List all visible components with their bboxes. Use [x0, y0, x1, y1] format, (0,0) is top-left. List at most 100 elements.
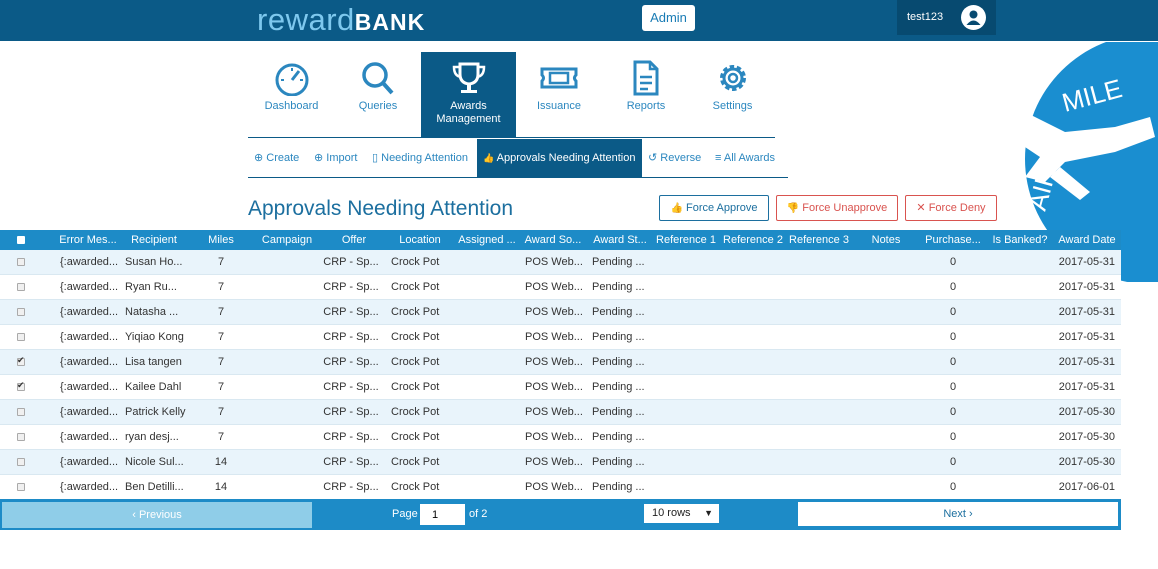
mobile-icon: ▯ [372, 152, 379, 164]
column-header[interactable]: Is Banked? [987, 230, 1053, 250]
table-row[interactable]: {:awarded... Kailee Dahl 7 CRP - Sp... Crock… [0, 375, 1121, 400]
cell-recipient: Patrick Kelly [125, 406, 186, 418]
cell-miles: 7 [217, 331, 225, 343]
cell-purchase: 0 [949, 431, 957, 443]
table-row[interactable]: {:awarded... Yiqiao Kong 7 CRP - Sp... Crock… [0, 325, 1121, 350]
cell-status: Pending ... [592, 431, 645, 443]
column-header[interactable]: Assigned ... [454, 230, 520, 250]
cell-date: 2017-05-31 [1058, 281, 1115, 293]
reward-bank-logo[interactable]: rewardBANK [257, 2, 425, 38]
force-approve-button[interactable]: 👍 Force Approve [659, 195, 769, 221]
column-header[interactable]: Reference 2 [720, 230, 786, 250]
cell-date: 2017-05-30 [1058, 456, 1115, 468]
column-header[interactable]: Reference 1 [653, 230, 719, 250]
rows-per-page-select[interactable]: 10 rows ▼ [644, 504, 719, 523]
cell-source: POS Web... [525, 356, 583, 368]
admin-button[interactable]: Admin [642, 5, 695, 31]
table-row[interactable]: {:awarded... Ryan Ru... 7 CRP - Sp... Crock … [0, 275, 1121, 300]
cell-recipient: Yiqiao Kong [125, 331, 184, 343]
cell-miles: 7 [217, 256, 225, 268]
nav-awards-management[interactable]: Awards Management [421, 52, 516, 137]
cell-offer: CRP - Sp... [323, 456, 379, 468]
row-checkbox[interactable] [17, 380, 25, 391]
row-checkbox[interactable] [17, 308, 25, 316]
cell-miles: 14 [214, 481, 228, 493]
subnav-import[interactable]: ⊕ Import [314, 139, 357, 177]
cell-purchase: 0 [949, 256, 957, 268]
column-header[interactable]: Campaign [254, 230, 320, 250]
row-checkbox[interactable] [17, 333, 25, 341]
page-label: Page [392, 508, 418, 520]
nav-reports[interactable]: Reports [602, 52, 690, 137]
close-icon: ✕ [916, 202, 926, 214]
nav-issuance[interactable]: Issuance [516, 52, 602, 137]
cell-location: Crock Pot [391, 356, 440, 368]
force-unapprove-button[interactable]: 👎 Force Unapprove [776, 195, 898, 221]
cell-location: Crock Pot [391, 406, 440, 418]
username-label: test123 [907, 11, 944, 23]
cell-offer: CRP - Sp... [323, 256, 379, 268]
cell-source: POS Web... [525, 481, 583, 493]
table-row[interactable]: {:awarded... Lisa tangen 7 CRP - Sp... Crock… [0, 350, 1121, 375]
next-page-button[interactable]: Next › [798, 502, 1118, 526]
column-header[interactable]: Location [387, 230, 453, 250]
column-header[interactable]: Award So... [520, 230, 586, 250]
nav-queries[interactable]: Queries [335, 52, 421, 137]
row-checkbox[interactable] [17, 355, 25, 366]
subnav-approvals-needing-attention[interactable]: 👍 Approvals Needing Attention [477, 139, 642, 177]
subnav-all-awards[interactable]: ≡ All Awards [715, 139, 775, 177]
cell-miles: 7 [217, 281, 225, 293]
table-row[interactable]: {:awarded... ryan desj... 7 CRP - Sp... Croc… [0, 425, 1121, 450]
table-row[interactable]: {:awarded... Nicole Sul... 14 CRP - Sp... Cr… [0, 450, 1121, 475]
row-checkbox[interactable] [17, 258, 25, 266]
column-header[interactable]: Offer [321, 230, 387, 250]
column-header[interactable]: Reference 3 [786, 230, 852, 250]
column-header[interactable]: Recipient [121, 230, 187, 250]
nav-label: Queries [358, 100, 398, 112]
nav-label: Issuance [536, 100, 582, 112]
column-header[interactable]: Error Mes... [55, 230, 121, 250]
cell-status: Pending ... [592, 281, 645, 293]
table-row[interactable]: {:awarded... Natasha ... 7 CRP - Sp... Crock… [0, 300, 1121, 325]
thumbs-up-icon: 👍 [670, 203, 683, 214]
select-all-checkbox[interactable] [17, 236, 25, 244]
ticket-icon [540, 67, 578, 89]
cell-status: Pending ... [592, 481, 645, 493]
cell-error: {:awarded... [60, 381, 119, 393]
user-avatar-icon [961, 5, 986, 30]
nav-dashboard[interactable]: Dashboard [248, 52, 335, 137]
row-checkbox[interactable] [17, 458, 25, 466]
previous-page-button[interactable]: ‹ Previous [2, 502, 312, 528]
cell-miles: 7 [217, 406, 225, 418]
cell-miles: 7 [217, 356, 225, 368]
subnav-needing-attention[interactable]: ▯ Needing Attention [372, 139, 468, 177]
cell-recipient: Susan Ho... [125, 256, 183, 268]
table-row[interactable]: {:awarded... Ben Detilli... 14 CRP - Sp... C… [0, 475, 1121, 500]
cell-error: {:awarded... [60, 306, 119, 318]
nav-settings[interactable]: Settings [690, 52, 775, 137]
subnav-reverse[interactable]: ↺ Reverse [648, 139, 701, 177]
row-checkbox[interactable] [17, 408, 25, 416]
row-checkbox[interactable] [17, 483, 25, 491]
cell-source: POS Web... [525, 331, 583, 343]
subnav-create[interactable]: ⊕ Create [254, 139, 299, 177]
cell-status: Pending ... [592, 306, 645, 318]
cell-status: Pending ... [592, 456, 645, 468]
column-header[interactable]: Notes [853, 230, 919, 250]
table-row[interactable]: {:awarded... Patrick Kelly 7 CRP - Sp... Cro… [0, 400, 1121, 425]
cell-source: POS Web... [525, 406, 583, 418]
row-checkbox[interactable] [17, 433, 25, 441]
column-header[interactable]: Award Date [1053, 230, 1121, 250]
page-number-input[interactable] [420, 504, 465, 525]
cell-location: Crock Pot [391, 331, 440, 343]
force-deny-button[interactable]: ✕ Force Deny [905, 195, 997, 221]
column-header[interactable]: Miles [188, 230, 254, 250]
row-checkbox[interactable] [17, 283, 25, 291]
cell-recipient: Ben Detilli... [125, 481, 184, 493]
cell-location: Crock Pot [391, 306, 440, 318]
cell-error: {:awarded... [60, 281, 119, 293]
column-header[interactable]: Award St... [587, 230, 653, 250]
column-header[interactable]: Purchase... [920, 230, 986, 250]
user-menu[interactable]: test123 [897, 0, 996, 35]
table-row[interactable]: {:awarded... Susan Ho... 7 CRP - Sp... Crock… [0, 250, 1121, 275]
